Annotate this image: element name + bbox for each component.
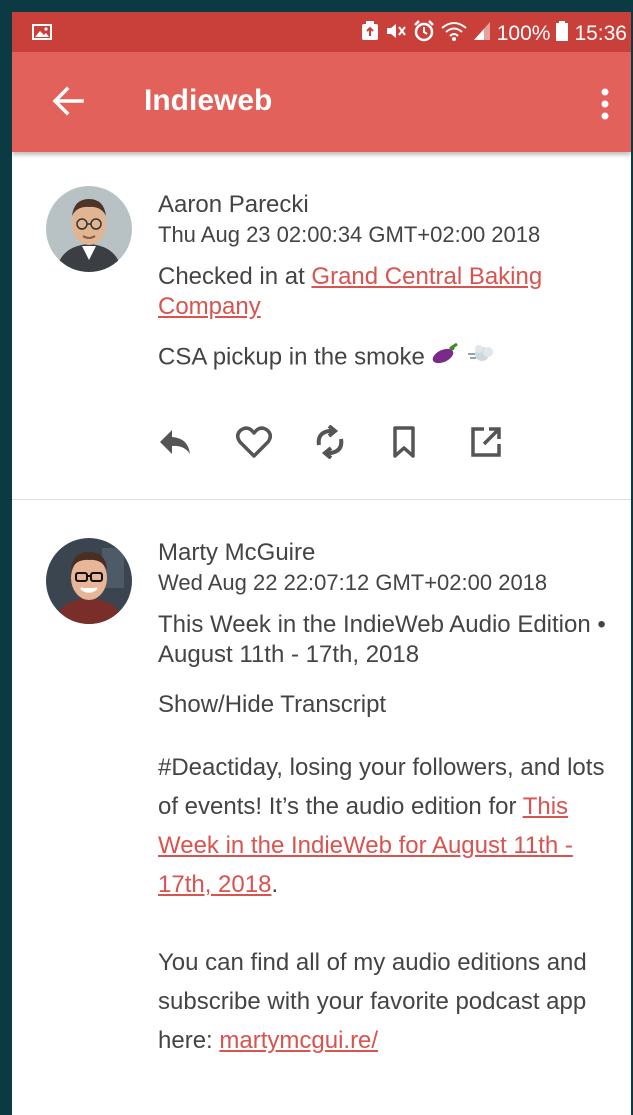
clock: 15:36 bbox=[574, 22, 627, 45]
eggplant-emoji-icon bbox=[431, 342, 459, 374]
battery-icon bbox=[556, 21, 569, 47]
post-content: Aaron Parecki Thu Aug 23 02:00:34 GMT+02… bbox=[158, 190, 608, 374]
transcript-paragraph: You can find all of my audio editions an… bbox=[158, 943, 608, 1060]
image-notification-icon bbox=[32, 24, 52, 45]
paragraph-end: . bbox=[271, 871, 279, 898]
signal-icon bbox=[473, 21, 491, 47]
martymcgui-link[interactable]: martymcgui.re/ bbox=[219, 1027, 378, 1054]
reply-icon[interactable] bbox=[158, 420, 236, 464]
recycle-icon bbox=[361, 21, 379, 47]
battery-percent: 100% bbox=[496, 22, 551, 45]
mute-icon bbox=[385, 21, 407, 47]
bookmark-icon[interactable] bbox=[392, 420, 470, 464]
like-icon[interactable] bbox=[236, 420, 314, 464]
checkin-prefix: Checked in at bbox=[158, 263, 312, 290]
avatar[interactable] bbox=[46, 538, 132, 624]
avatar[interactable] bbox=[46, 186, 132, 272]
post-text-content: CSA pickup in the smoke bbox=[158, 343, 425, 371]
back-arrow-icon[interactable] bbox=[52, 86, 84, 121]
app-toolbar: Indieweb bbox=[12, 52, 631, 152]
post-date: Wed Aug 22 22:07:12 GMT+02:00 2018 bbox=[158, 570, 548, 595]
post-text: CSA pickup in the smoke bbox=[158, 342, 608, 374]
transcript-toggle[interactable]: Show/Hide Transcript bbox=[158, 690, 608, 720]
app-frame: 100% 15:36 Indieweb Aaron Parecki Thu Au… bbox=[12, 12, 631, 1115]
toolbar-title: Indieweb bbox=[144, 84, 273, 117]
status-bar: 100% 15:36 bbox=[12, 12, 631, 52]
wifi-icon bbox=[441, 21, 467, 47]
author-name[interactable]: Aaron Parecki bbox=[158, 190, 608, 220]
author-name[interactable]: Marty McGuire bbox=[158, 538, 608, 568]
post-actions bbox=[158, 420, 548, 464]
post-title: This Week in the IndieWeb Audio Edition … bbox=[158, 611, 606, 668]
checkin-text: Checked in at Grand Central Baking Compa… bbox=[158, 262, 608, 322]
smoke-emoji-icon bbox=[466, 342, 494, 374]
post-date: Thu Aug 23 02:00:34 GMT+02:00 2018 bbox=[158, 222, 541, 247]
external-link-icon[interactable] bbox=[470, 420, 548, 464]
post-divider bbox=[12, 499, 631, 500]
post-content: Marty McGuire Wed Aug 22 22:07:12 GMT+02… bbox=[158, 538, 608, 1060]
overflow-menu-icon[interactable] bbox=[601, 88, 609, 125]
alarm-icon bbox=[413, 20, 435, 48]
transcript-paragraph: #Deactiday, losing your followers, and l… bbox=[158, 748, 608, 904]
repost-icon[interactable] bbox=[314, 420, 392, 464]
